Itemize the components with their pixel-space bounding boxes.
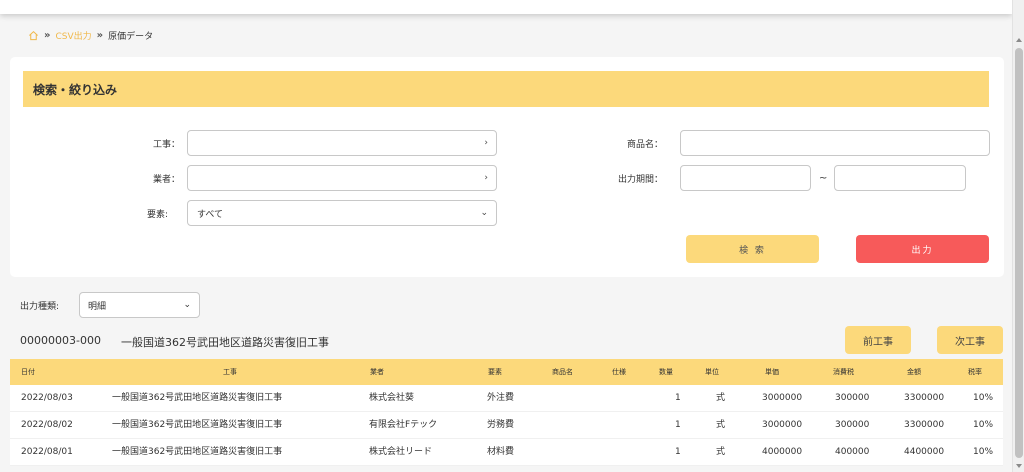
period-end-input[interactable]: [834, 165, 966, 191]
column-header-tax-rate: 税率: [968, 368, 982, 376]
cell-tax: 300000: [835, 420, 870, 430]
column-header-date: 日付: [21, 368, 35, 376]
cell-quantity: 1: [675, 420, 681, 430]
column-header-unit-price: 単価: [765, 368, 779, 376]
cell-date: 2022/08/01: [21, 447, 73, 457]
breadcrumb-separator-icon: »: [96, 29, 104, 41]
cell-tax-rate: 10%: [973, 393, 994, 403]
cell-quantity: 1: [675, 447, 681, 457]
scroll-down-icon[interactable]: [1016, 464, 1022, 468]
period-start-input[interactable]: [680, 165, 811, 191]
cell-unit-price: 4000000: [762, 447, 803, 457]
product-input[interactable]: [680, 130, 990, 156]
top-bar: [0, 0, 1012, 14]
column-header-project: 工事: [223, 368, 237, 376]
home-icon[interactable]: [28, 30, 39, 41]
cell-unit: 式: [716, 447, 726, 457]
chevron-down-icon: ⌄: [183, 300, 191, 310]
cell-date: 2022/08/02: [21, 420, 73, 430]
cost-table: 日付 工事 業者 要素 商品名 仕様 数量 単位 単価 消費税 金額 税率 20…: [10, 359, 1003, 466]
cell-tax-rate: 10%: [973, 420, 994, 430]
scrollbar-thumb[interactable]: [1015, 48, 1023, 458]
chevron-down-icon: ⌄: [480, 208, 488, 218]
chevron-right-icon: ›: [484, 173, 488, 183]
period-tilde: ~: [819, 173, 828, 184]
element-select-value: すべて: [197, 209, 224, 220]
cell-date: 2022/08/03: [21, 393, 73, 403]
cell-vendor: 株式会社リード: [369, 447, 433, 457]
column-header-element: 要素: [488, 368, 502, 376]
project-code: 00000003-000: [20, 334, 101, 347]
cell-project: 一般国道362号武田地区道路災害復旧工事: [112, 393, 283, 403]
search-panel-header: 検索・絞り込み: [23, 71, 989, 107]
project-name: 一般国道362号武田地区道路災害復旧工事: [121, 336, 329, 349]
cell-tax: 400000: [835, 447, 870, 457]
cell-unit: 式: [716, 393, 726, 403]
cell-project: 一般国道362号武田地区道路災害復旧工事: [112, 420, 283, 430]
period-label: 出力期間：: [617, 175, 663, 185]
cell-tax-rate: 10%: [973, 447, 994, 457]
cell-amount: 3300000: [904, 393, 945, 403]
next-project-button[interactable]: 次工事: [937, 326, 1003, 354]
element-label: 要素:: [146, 210, 168, 220]
cell-element: 材料費: [487, 447, 515, 457]
column-header-product: 商品名: [552, 368, 573, 376]
cell-unit: 式: [716, 420, 726, 430]
output-button[interactable]: 出力: [856, 235, 989, 263]
column-header-amount: 金額: [907, 368, 921, 376]
cell-quantity: 1: [675, 393, 681, 403]
cell-element: 労務費: [487, 420, 515, 430]
cell-tax: 300000: [835, 393, 870, 403]
cell-element: 外注費: [487, 393, 515, 403]
column-header-tax: 消費税: [833, 368, 854, 376]
column-header-quantity: 数量: [659, 368, 673, 376]
cell-project: 一般国道362号武田地区道路災害復旧工事: [112, 447, 283, 457]
breadcrumb-link-csv[interactable]: CSV出力: [55, 29, 91, 42]
column-header-unit: 単位: [705, 368, 719, 376]
table-header: 日付 工事 業者 要素 商品名 仕様 数量 単位 単価 消費税 金額 税率: [10, 359, 1003, 385]
project-label: 工事：: [152, 140, 180, 150]
breadcrumb: » CSV出力 » 原価データ: [28, 28, 153, 42]
breadcrumb-separator-icon: »: [44, 29, 51, 41]
cell-vendor: 有限会社Fテック: [369, 420, 438, 430]
cell-unit-price: 3000000: [762, 420, 803, 430]
table-row[interactable]: 2022/08/03 一般国道362号武田地区道路災害復旧工事 株式会社葵 外注…: [10, 385, 1003, 412]
search-panel: 検索・絞り込み 工事： › 業者： › 要素: すべて ⌄ 商品名： 出力期間：…: [10, 57, 1004, 277]
output-type-label: 出力種類:: [20, 302, 60, 312]
breadcrumb-current: 原価データ: [108, 31, 154, 42]
cell-amount: 4400000: [904, 447, 945, 457]
table-row[interactable]: 2022/08/01 一般国道362号武田地区道路災害復旧工事 株式会社リード …: [10, 439, 1003, 466]
search-button[interactable]: 検 索: [686, 235, 819, 263]
column-header-spec: 仕様: [612, 368, 626, 376]
vendor-label: 業者：: [152, 175, 180, 185]
project-field[interactable]: ›: [187, 130, 497, 156]
prev-project-button[interactable]: 前工事: [845, 326, 911, 354]
cell-unit-price: 3000000: [762, 393, 803, 403]
vendor-field[interactable]: ›: [187, 165, 497, 191]
element-select[interactable]: すべて ⌄: [187, 200, 497, 226]
table-row[interactable]: 2022/08/02 一般国道362号武田地区道路災害復旧工事 有限会社Fテック…: [10, 412, 1003, 439]
cell-amount: 3300000: [904, 420, 945, 430]
chevron-right-icon: ›: [484, 138, 488, 148]
scrollbar[interactable]: [1012, 0, 1024, 472]
scroll-up-icon[interactable]: [1016, 38, 1022, 42]
output-type-value: 明細: [88, 301, 107, 312]
product-label: 商品名：: [626, 140, 663, 150]
column-header-vendor: 業者: [370, 368, 384, 376]
cell-vendor: 株式会社葵: [369, 393, 415, 403]
output-type-select[interactable]: 明細 ⌄: [79, 292, 200, 318]
